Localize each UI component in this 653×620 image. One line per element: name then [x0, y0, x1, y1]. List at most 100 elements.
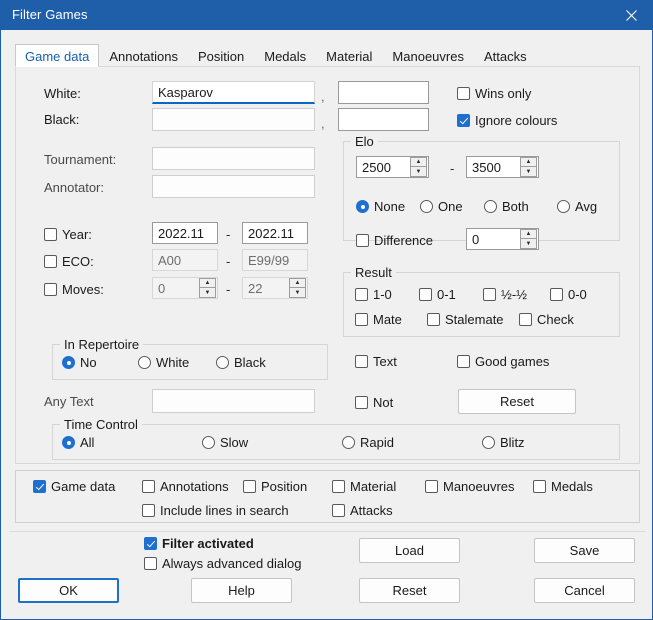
any-text-input[interactable]: [152, 389, 315, 413]
filter-activated-checkbox[interactable]: Filter activated: [144, 536, 254, 551]
result-win-black-checkbox[interactable]: 0-1: [419, 287, 456, 302]
checkbox-box: [533, 480, 546, 493]
spin-down-icon[interactable]: ▼: [520, 167, 537, 177]
white-second-input[interactable]: [338, 81, 429, 104]
spin-down-icon[interactable]: ▼: [520, 239, 537, 249]
tab-strip: Game data Annotations Position Medals Ma…: [15, 44, 640, 67]
radio-dot: [482, 436, 495, 449]
result-draw-checkbox[interactable]: ½-½: [483, 287, 527, 302]
tab-game-data[interactable]: Game data: [15, 44, 100, 67]
tab-manoeuvres[interactable]: Manoeuvres: [382, 44, 474, 67]
elo-min-spin-buttons[interactable]: ▲ ▼: [410, 157, 427, 177]
scope-include-lines-checkbox[interactable]: Include lines in search: [142, 503, 289, 518]
tournament-input[interactable]: [152, 147, 315, 170]
eco-from-input[interactable]: [152, 249, 218, 271]
eco-checkbox[interactable]: ECO:: [44, 254, 94, 269]
elo-difference-spin-buttons[interactable]: ▲ ▼: [520, 229, 537, 249]
tab-material[interactable]: Material: [316, 44, 382, 67]
black-input[interactable]: [152, 108, 315, 131]
repertoire-white[interactable]: White: [138, 355, 189, 370]
scope-game-data-checkbox[interactable]: Game data: [33, 479, 115, 494]
close-icon[interactable]: [609, 0, 653, 30]
tab-medals[interactable]: Medals: [254, 44, 316, 67]
always-advanced-dialog-checkbox[interactable]: Always advanced dialog: [144, 556, 301, 571]
tab-attacks[interactable]: Attacks: [474, 44, 537, 67]
time-control-all[interactable]: All: [62, 435, 94, 450]
scope-include-lines-label: Include lines in search: [160, 503, 289, 518]
checkbox-box: [550, 288, 563, 301]
white-separator: ,: [321, 89, 325, 104]
elo-mode-both[interactable]: Both: [484, 199, 529, 214]
spin-up-icon[interactable]: ▲: [289, 278, 306, 288]
radio-dot: [138, 356, 151, 369]
time-control-all-label: All: [80, 435, 95, 450]
result-stalemate-checkbox[interactable]: Stalemate: [427, 312, 504, 327]
wins-only-label: Wins only: [475, 86, 532, 101]
checkbox-box: [355, 355, 368, 368]
result-win-white-checkbox[interactable]: 1-0: [355, 287, 392, 302]
tab-annotations[interactable]: Annotations: [99, 44, 188, 67]
year-from-input[interactable]: [152, 222, 218, 244]
spin-up-icon[interactable]: ▲: [199, 278, 216, 288]
elo-mode-one-label: One: [438, 199, 463, 214]
repertoire-black[interactable]: Black: [216, 355, 266, 370]
scope-material-checkbox[interactable]: Material: [332, 479, 396, 494]
help-button[interactable]: Help: [191, 578, 292, 603]
moves-from-spin-buttons[interactable]: ▲ ▼: [199, 278, 216, 298]
moves-checkbox[interactable]: Moves:: [44, 282, 104, 297]
eco-range-separator: -: [226, 254, 231, 269]
ok-button[interactable]: OK: [18, 578, 119, 603]
cancel-button[interactable]: Cancel: [534, 578, 635, 603]
elo-mode-one[interactable]: One: [420, 199, 463, 214]
text-checkbox[interactable]: Text: [355, 354, 397, 369]
time-control-slow[interactable]: Slow: [202, 435, 248, 450]
spin-up-icon[interactable]: ▲: [520, 229, 537, 239]
save-button[interactable]: Save: [534, 538, 635, 563]
radio-dot: [557, 200, 570, 213]
white-input[interactable]: [152, 81, 315, 104]
result-stalemate-label: Stalemate: [445, 312, 504, 327]
radio-dot: [202, 436, 215, 449]
scope-medals-checkbox[interactable]: Medals: [533, 479, 593, 494]
result-check-checkbox[interactable]: Check: [519, 312, 574, 327]
elo-mode-avg[interactable]: Avg: [557, 199, 597, 214]
scope-manoeuvres-checkbox[interactable]: Manoeuvres: [425, 479, 515, 494]
year-checkbox[interactable]: Year:: [44, 227, 92, 242]
time-control-blitz[interactable]: Blitz: [482, 435, 525, 450]
elo-max-spin-buttons[interactable]: ▲ ▼: [520, 157, 537, 177]
year-to-input[interactable]: [242, 222, 308, 244]
eco-to-input[interactable]: [242, 249, 308, 271]
annotator-input[interactable]: [152, 175, 315, 198]
text-reset-button[interactable]: Reset: [458, 389, 576, 414]
result-none-checkbox[interactable]: 0-0: [550, 287, 587, 302]
result-mate-checkbox[interactable]: Mate: [355, 312, 402, 327]
scope-annotations-label: Annotations: [160, 479, 229, 494]
spin-down-icon[interactable]: ▼: [289, 288, 306, 298]
scope-annotations-checkbox[interactable]: Annotations: [142, 479, 229, 494]
spin-up-icon[interactable]: ▲: [520, 157, 537, 167]
checkbox-box: [243, 480, 256, 493]
elo-mode-none[interactable]: None: [356, 199, 405, 214]
scope-position-checkbox[interactable]: Position: [243, 479, 307, 494]
search-scope-panel: Game data Annotations Position Material …: [15, 470, 640, 523]
ignore-colours-checkbox[interactable]: Ignore colours: [457, 113, 557, 128]
checkbox-box: [419, 288, 432, 301]
elo-mode-both-label: Both: [502, 199, 529, 214]
spin-down-icon[interactable]: ▼: [410, 167, 427, 177]
spin-down-icon[interactable]: ▼: [199, 288, 216, 298]
spin-up-icon[interactable]: ▲: [410, 157, 427, 167]
moves-to-spin-buttons[interactable]: ▲ ▼: [289, 278, 306, 298]
wins-only-checkbox[interactable]: Wins only: [457, 86, 531, 101]
black-second-input[interactable]: [338, 108, 429, 131]
repertoire-black-label: Black: [234, 355, 266, 370]
scope-attacks-checkbox[interactable]: Attacks: [332, 503, 393, 518]
reset-button[interactable]: Reset: [359, 578, 460, 603]
tab-position[interactable]: Position: [188, 44, 254, 67]
repertoire-white-label: White: [156, 355, 190, 370]
elo-difference-checkbox[interactable]: Difference: [356, 233, 433, 248]
good-games-checkbox[interactable]: Good games: [457, 354, 549, 369]
load-button[interactable]: Load: [359, 538, 460, 563]
not-checkbox[interactable]: Not: [355, 395, 393, 410]
time-control-rapid[interactable]: Rapid: [342, 435, 394, 450]
repertoire-no[interactable]: No: [62, 355, 97, 370]
